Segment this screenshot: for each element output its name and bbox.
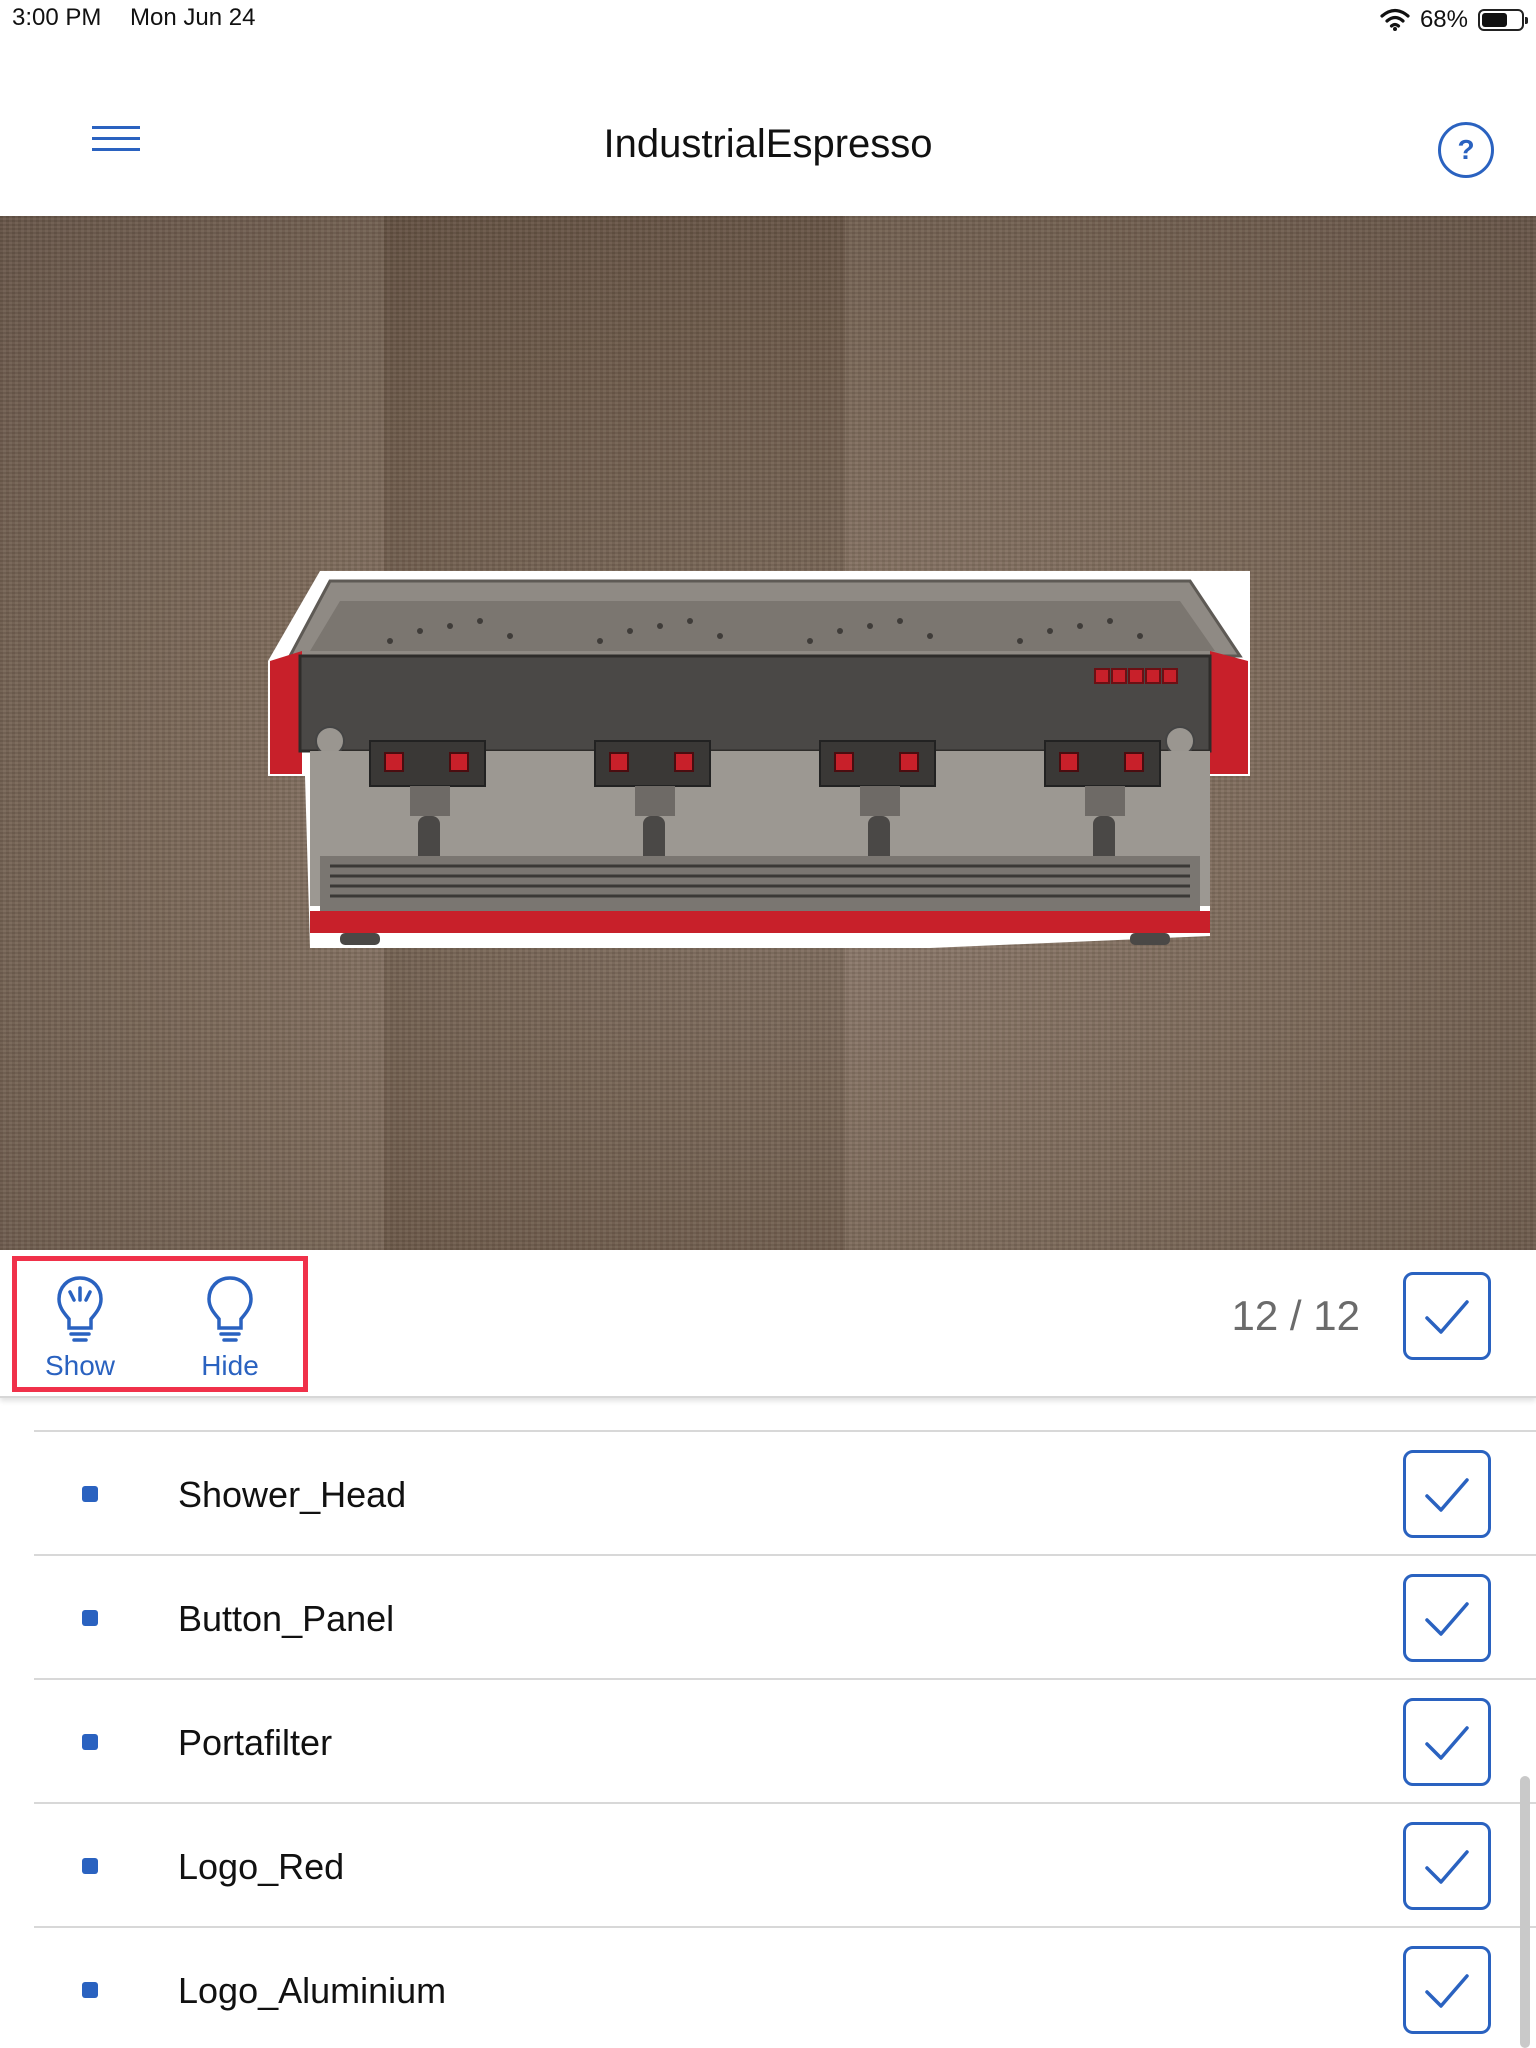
help-button[interactable]: ? xyxy=(1438,122,1494,178)
list-item[interactable]: Logo_Aluminium xyxy=(34,1928,1536,2048)
part-checkbox[interactable] xyxy=(1403,1946,1491,2034)
part-checkbox[interactable] xyxy=(1403,1450,1491,1538)
parts-list: Shower_Head Button_Panel Portafilter Log… xyxy=(0,1398,1536,2048)
part-label: Shower_Head xyxy=(178,1474,407,1515)
part-label: Logo_Aluminium xyxy=(178,1970,447,2011)
part-checkbox[interactable] xyxy=(1403,1574,1491,1662)
show-button[interactable]: Show xyxy=(30,1270,130,1386)
part-checkbox[interactable] xyxy=(1403,1698,1491,1786)
checkmark-icon xyxy=(1425,1850,1469,1884)
lightbulb-on-icon xyxy=(57,1276,103,1342)
list-item[interactable]: Shower_Head xyxy=(34,1432,1536,1556)
status-bar: 3:00 PM Mon Jun 24 68% xyxy=(0,0,1536,40)
checkmark-icon xyxy=(1425,1478,1469,1512)
help-icon: ? xyxy=(1457,134,1475,165)
checkmark-icon xyxy=(1425,1974,1469,2008)
hide-button[interactable]: Hide xyxy=(180,1270,280,1386)
select-all-checkbox[interactable] xyxy=(1403,1272,1491,1360)
show-label: Show xyxy=(44,1350,116,1381)
battery-percent: 68% xyxy=(1419,6,1468,33)
page-title: IndustrialEspresso xyxy=(603,122,933,166)
selected-count: 12 / 12 xyxy=(1231,1292,1360,1339)
status-date: Mon Jun 24 xyxy=(130,4,256,31)
lightbulb-off-icon xyxy=(207,1276,253,1342)
part-label: Logo_Red xyxy=(178,1846,345,1887)
list-item[interactable]: Button_Panel xyxy=(34,1556,1536,1680)
bullet-icon xyxy=(82,1982,98,1998)
hide-label: Hide xyxy=(201,1350,259,1381)
part-label: Portafilter xyxy=(178,1722,333,1763)
visibility-toolbar: Show Hide 12 / 12 xyxy=(0,1250,1536,1398)
part-label: Button_Panel xyxy=(178,1598,395,1639)
bullet-icon xyxy=(82,1610,98,1626)
ar-viewport[interactable] xyxy=(0,216,1536,1250)
list-item[interactable]: Logo_Red xyxy=(34,1804,1536,1928)
espresso-machine-3d-model[interactable] xyxy=(250,456,1270,976)
status-time: 3:00 PM xyxy=(12,4,102,31)
battery-icon xyxy=(1478,9,1528,31)
bullet-icon xyxy=(82,1734,98,1750)
scrollbar[interactable] xyxy=(1520,1776,1530,2048)
bullet-icon xyxy=(82,1858,98,1874)
checkmark-icon xyxy=(1425,1300,1469,1334)
list-item[interactable]: Portafilter xyxy=(34,1680,1536,1804)
battery-level-fill xyxy=(1482,13,1507,27)
app-header: IndustrialEspresso ? xyxy=(0,40,1536,216)
bullet-icon xyxy=(82,1486,98,1502)
wifi-icon xyxy=(1380,8,1410,31)
checkmark-icon xyxy=(1425,1726,1469,1760)
checkmark-icon xyxy=(1425,1602,1469,1636)
part-checkbox[interactable] xyxy=(1403,1822,1491,1910)
status-indicators: 68% xyxy=(1380,4,1528,36)
